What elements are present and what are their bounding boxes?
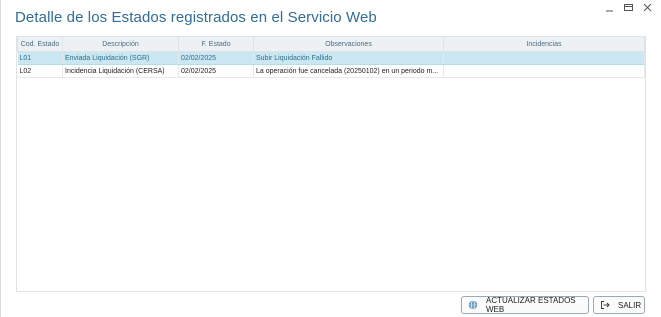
minimize-button[interactable] [604,2,615,13]
cell-code: L02 [17,64,63,78]
cell-date: 02/02/2025 [178,64,254,78]
maximize-button[interactable] [623,2,634,13]
cell-date: 02/02/2025 [178,51,254,65]
column-header-description[interactable]: Descripción [62,37,179,52]
cell-observations: La operación fue cancelada (20250102) en… [253,64,444,78]
cell-incidents [443,64,645,78]
exit-button[interactable]: SALIR [593,296,645,314]
exit-icon [600,300,610,310]
cell-incidents [443,51,645,65]
column-header-incidents[interactable]: Incidencias [443,37,645,52]
window-controls [604,2,653,13]
maximize-icon [624,4,633,11]
states-grid[interactable]: Cod. Estado Descripción F. Estado Observ… [16,36,646,292]
states-table: Cod. Estado Descripción F. Estado Observ… [17,37,645,78]
dialog-title: Detalle de los Estados registrados en el… [15,9,377,26]
dialog-window: Detalle de los Estados registrados en el… [0,0,661,317]
minimize-icon [606,10,613,12]
table-row[interactable]: L01 Enviada Liquidación (SGR) 02/02/2025… [17,51,645,65]
globe-icon [468,300,478,310]
column-header-date[interactable]: F. Estado [178,37,254,52]
update-web-states-button[interactable]: ACTUALIZAR ESTADOS WEB [461,296,589,314]
close-icon [643,3,652,12]
table-header-row: Cod. Estado Descripción F. Estado Observ… [17,37,645,52]
update-web-states-label: ACTUALIZAR ESTADOS WEB [486,296,576,314]
column-header-code[interactable]: Cod. Estado [17,37,63,52]
cell-code: L01 [17,51,63,65]
exit-label: SALIR [618,300,642,310]
column-header-observations[interactable]: Observaciones [253,37,444,52]
cell-description: Incidencia Liquidación (CERSA) [62,64,179,78]
cell-observations: Subir Liquidación Fallido [253,51,444,65]
close-button[interactable] [642,2,653,13]
table-row[interactable]: L02 Incidencia Liquidación (CERSA) 02/02… [17,64,645,78]
cell-description: Enviada Liquidación (SGR) [62,51,179,65]
